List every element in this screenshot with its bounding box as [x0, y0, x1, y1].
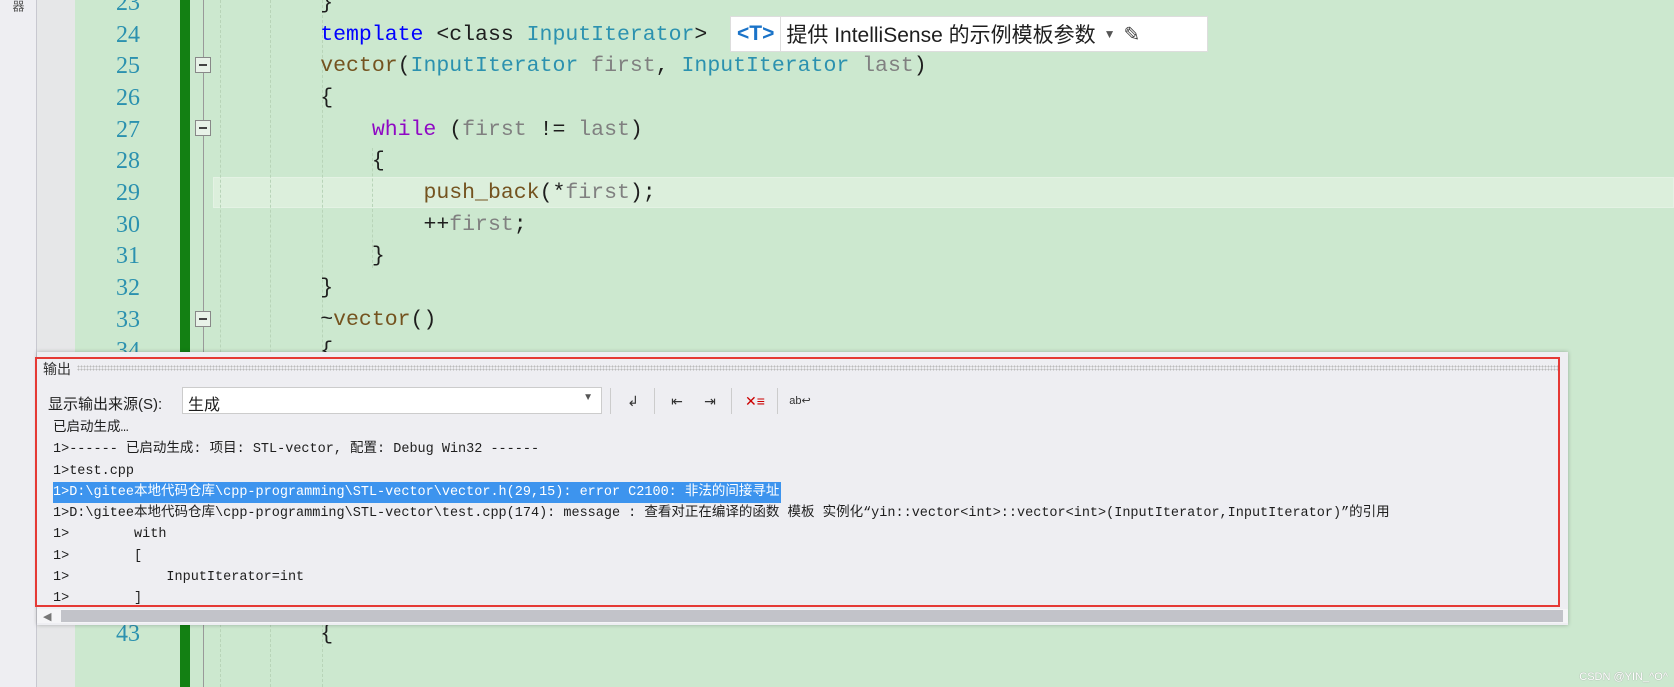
output-source-label: 显示输出来源(S): — [48, 396, 163, 413]
watermark: CSDN @YIN_^O^ — [1579, 671, 1668, 683]
output-line[interactable]: 1> with — [53, 524, 1558, 545]
output-line[interactable]: 1>------ 已启动生成: 项目: STL-vector, 配置: Debu… — [53, 439, 1558, 460]
chevron-down-icon: ▼ — [583, 392, 593, 403]
panel-drag-grip[interactable] — [77, 365, 1558, 371]
output-line-text: 1>D:\gitee本地代码仓库\cpp-programming\STL-vec… — [53, 506, 1390, 522]
scrollbar-thumb[interactable] — [61, 610, 1563, 622]
caret-down-icon[interactable]: ▼ — [1104, 27, 1116, 41]
collapse-toggle[interactable] — [195, 311, 211, 327]
code-line-28: { — [371, 149, 385, 173]
output-line[interactable]: 1>D:\gitee本地代码仓库\cpp-programming\STL-vec… — [53, 481, 1558, 504]
code-line-33: ~vector() — [320, 308, 437, 332]
output-line-text: 1> with — [53, 527, 167, 543]
output-source-value: 生成 — [188, 397, 221, 414]
line-number: 27 — [116, 116, 140, 143]
output-line-text: 1>test.cpp — [53, 463, 135, 479]
code-line-27: while (first != last) — [371, 118, 643, 142]
toolbar-separator — [777, 388, 778, 414]
toolbar-separator — [610, 388, 611, 414]
code-line-29: push_back(*first); — [423, 181, 656, 205]
toolbar-separator — [731, 388, 732, 414]
panel-title: 输出 — [43, 361, 71, 377]
line-number: 26 — [116, 85, 140, 111]
line-number: 24 — [116, 21, 140, 48]
toolbar-separator — [654, 388, 655, 414]
previous-message-icon[interactable]: ⇤ — [664, 388, 690, 414]
horizontal-scrollbar[interactable]: ◀ — [37, 609, 1568, 623]
output-line[interactable]: 已启动生成… — [53, 418, 1558, 439]
scroll-left-icon[interactable]: ◀ — [43, 610, 51, 623]
side-tab-label[interactable]: 器 — [10, 0, 27, 12]
line-number: 28 — [116, 148, 140, 175]
output-line[interactable]: 1> InputIterator=int — [53, 567, 1558, 588]
line-number: 30 — [116, 211, 140, 238]
intellisense-template-bar[interactable]: <T> 提供 IntelliSense 的示例模板参数 ▼ ✎ — [730, 16, 1208, 52]
template-tip-text[interactable]: 提供 IntelliSense 的示例模板参数 — [780, 17, 1096, 51]
code-line-25: vector(InputIterator first, InputIterato… — [320, 54, 927, 78]
line-number: 25 — [116, 53, 140, 80]
code-line-26: { — [320, 86, 334, 110]
line-number: 32 — [116, 275, 140, 302]
output-line-text: 1>------ 已启动生成: 项目: STL-vector, 配置: Debu… — [53, 442, 540, 458]
output-text[interactable]: 已启动生成… 1>------ 已启动生成: 项目: STL-vector, 配置… — [53, 418, 1558, 610]
collapse-toggle[interactable] — [195, 57, 211, 73]
code-line-24: template <class InputIterator> — [320, 23, 708, 47]
output-line-text: 1>D:\gitee本地代码仓库\cpp-programming\STL-vec… — [53, 481, 782, 504]
output-line[interactable]: 1> [ — [53, 546, 1558, 567]
side-tab-strip: 器 — [0, 0, 37, 687]
output-source-select[interactable]: 生成 ▼ — [182, 387, 602, 414]
line-number: 33 — [116, 306, 140, 333]
pencil-icon[interactable]: ✎ — [1124, 22, 1141, 47]
template-badge: <T> — [737, 22, 775, 45]
output-line[interactable]: 1> ] — [53, 588, 1558, 609]
code-line-32: } — [320, 276, 334, 300]
output-line-text: 已启动生成… — [53, 421, 129, 436]
output-line-text: 1> ] — [53, 591, 143, 607]
code-line-30: ++first; — [423, 213, 527, 237]
line-number: 31 — [116, 243, 140, 270]
output-line-text: 1> [ — [53, 548, 143, 564]
output-panel: 输出 显示输出来源(S): 生成 ▼ ↲ ⇤ ⇥ ✕≡ ab↩ 已启动生成… 1>-… — [35, 352, 1568, 625]
output-line[interactable]: 1>D:\gitee本地代码仓库\cpp-programming\STL-vec… — [53, 503, 1558, 524]
code-line-31: } — [371, 244, 385, 268]
word-wrap-icon[interactable]: ab↩ — [787, 388, 813, 414]
output-line-text: 1> InputIterator=int — [53, 570, 305, 586]
clear-all-icon[interactable]: ✕≡ — [742, 388, 768, 414]
collapse-toggle[interactable] — [195, 120, 211, 136]
next-message-icon[interactable]: ⇥ — [697, 388, 723, 414]
code-line-23: } — [217, 0, 334, 15]
output-line[interactable]: 1>test.cpp — [53, 461, 1558, 482]
line-number: 29 — [116, 180, 140, 207]
line-number: 23 — [116, 0, 140, 16]
goto-line-icon[interactable]: ↲ — [620, 388, 646, 414]
